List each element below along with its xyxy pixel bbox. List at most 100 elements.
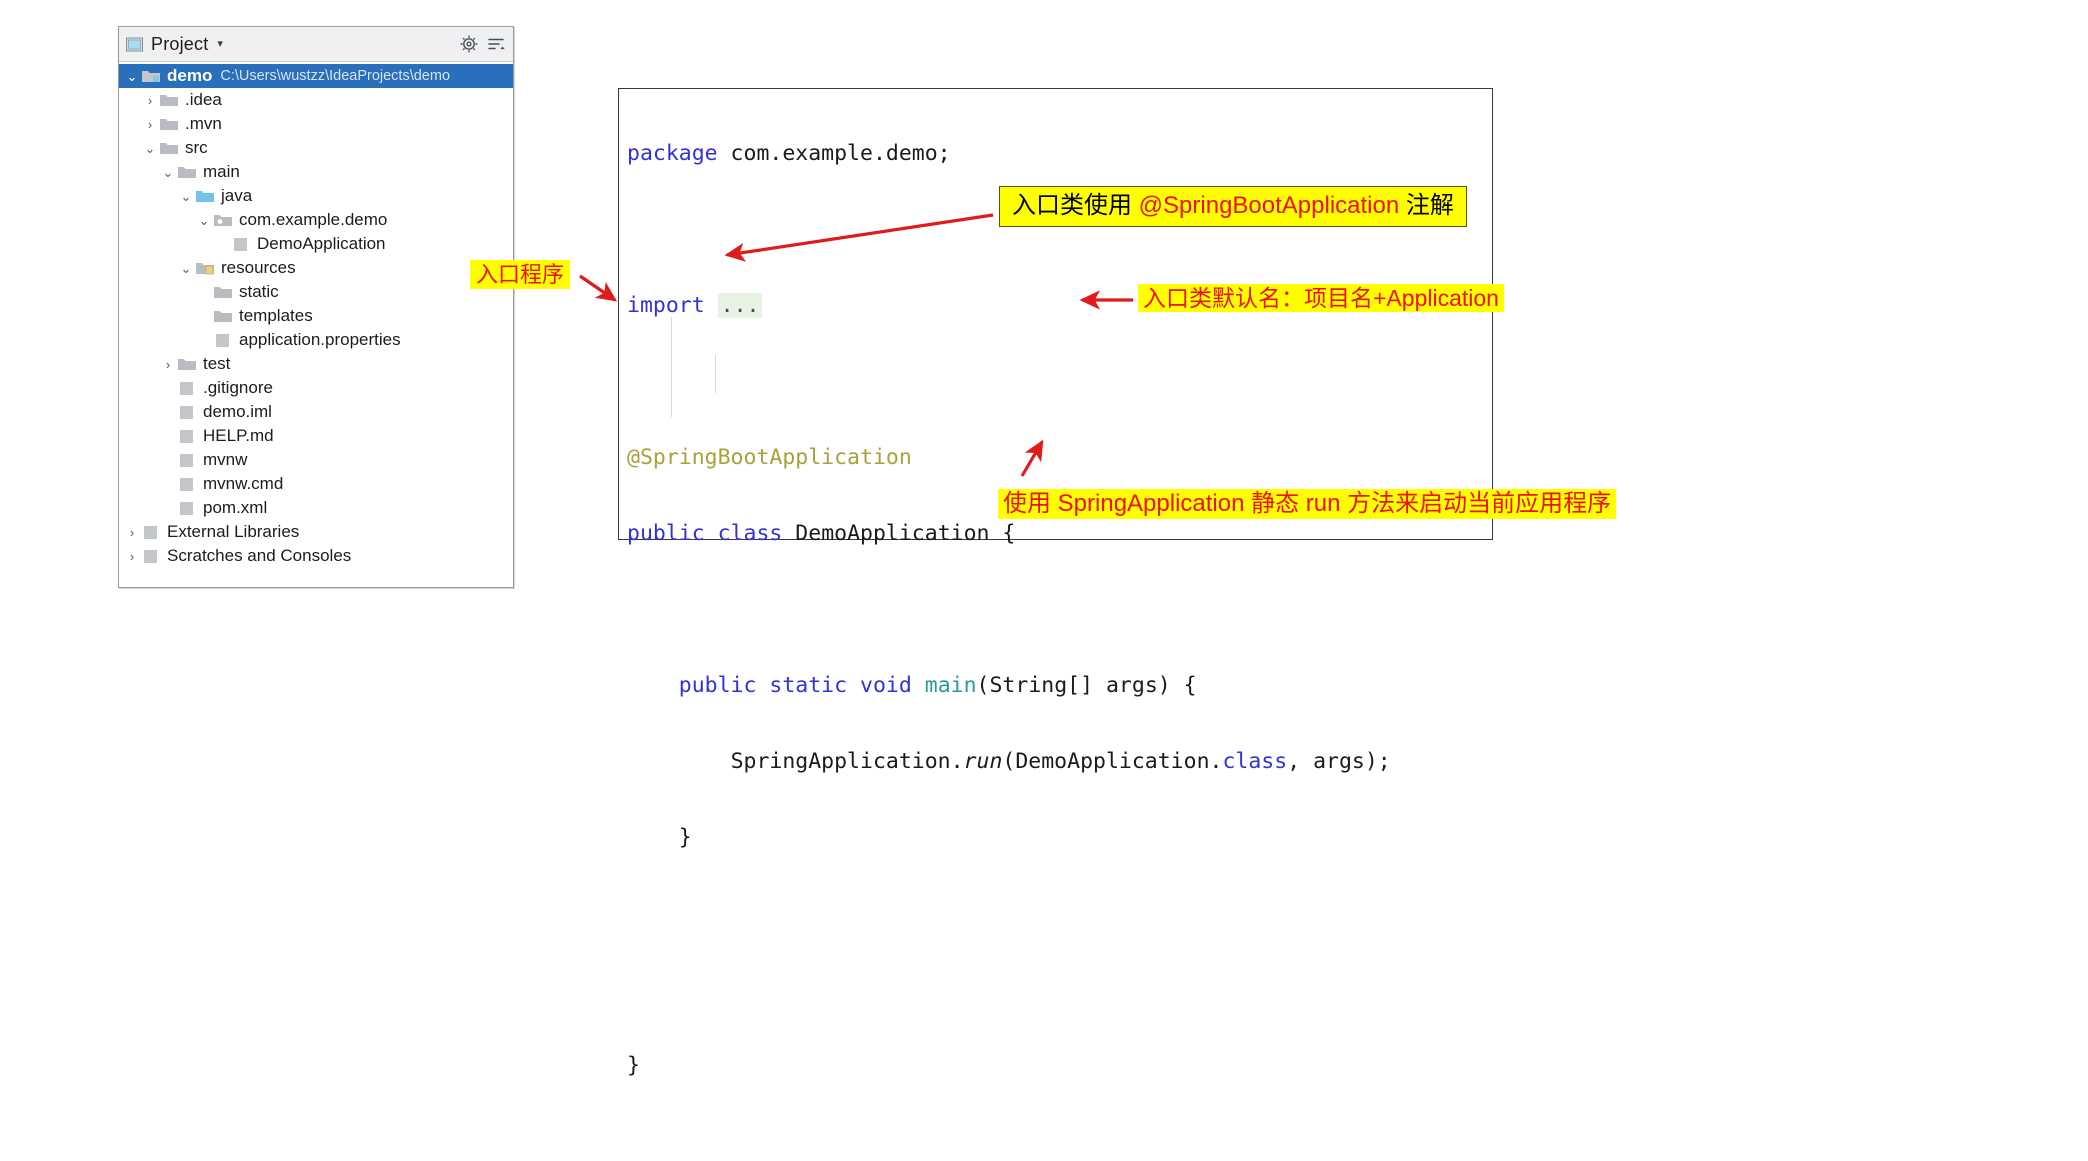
tree-item-label: demo [167,66,213,85]
chevron-right-icon[interactable]: › [141,94,159,107]
code-line-main-decl: public static void main(String[] args) { [627,667,1492,705]
folder-gray-icon [177,163,197,181]
tree-row-main[interactable]: ⌄ main [119,160,513,184]
code-line-class-decl: public class DemoApplication { [627,515,1492,553]
code-line-blank-2 [627,363,1492,401]
chevron-down-icon[interactable]: ⌄ [141,142,159,155]
folder-gray-icon [159,139,179,157]
code-line-run-call: SpringApplication.run(DemoApplication.cl… [627,743,1492,781]
tree-item-label: mvnw [203,450,248,469]
chevron-right-icon[interactable]: › [159,358,177,371]
tree-item-label: DemoApplication [257,234,386,253]
tree-row-static[interactable]: ›static [119,280,513,304]
chevron-down-icon[interactable]: ⌄ [159,166,177,179]
tree-row-help-md[interactable]: ›HELP.md [119,424,513,448]
chevron-down-icon[interactable]: ⌄ [123,70,141,83]
springboot-annotation: @SpringBootApplication [627,445,912,470]
tree-row--gitignore[interactable]: ›.gitignore [119,376,513,400]
tree-row-com-example-demo[interactable]: ⌄ com.example.demo [119,208,513,232]
class-name: DemoApplication { [782,521,1016,546]
chevron-down-icon[interactable]: ⌄ [195,214,213,227]
code-line-annotation: @SpringBootApplication [627,439,1492,477]
chevron-down-icon[interactable]: ⌄ [177,190,195,203]
scratches-icon-icon [141,547,161,565]
project-panel-title: Project [151,33,209,54]
tree-item-label: java [221,186,253,205]
project-file-tree[interactable]: ⌄ demo C:\Users\wustzz\IdeaProjects\demo ›.… [119,62,513,568]
chevron-right-icon[interactable]: › [141,118,159,131]
tree-row-java[interactable]: ⌄ java [119,184,513,208]
settings-gear-icon[interactable] [458,33,480,55]
tree-row-mvnw[interactable]: ›mvnw [119,448,513,472]
code-editor-panel: package com.example.demo; import ... @Sp… [618,88,1493,1078]
code-line-blank-3 [627,591,1492,629]
tree-row-demo-iml[interactable]: ›demo.iml [119,400,513,424]
gitignore-file-icon-icon [177,379,197,397]
code-line-close-class: } [627,1047,1492,1085]
code-line-package: package com.example.demo; [627,135,1492,173]
tree-item-label: templates [239,306,313,325]
package-name: com.example.demo; [717,141,951,166]
tree-item-label: External Libraries [167,522,300,541]
keyword-public: public [627,521,705,546]
folder-source-blue-icon [195,187,215,205]
tree-row-external-libraries[interactable]: › External Libraries [119,520,513,544]
tree-item-path: C:\Users\wustzz\IdeaProjects\demo [220,68,451,84]
tree-row-pom-xml[interactable]: ›pom.xml [119,496,513,520]
properties-file-icon-icon [213,331,233,349]
tree-row-application-properties[interactable]: ›application.properties [119,328,513,352]
folded-imports-region[interactable]: ... [717,293,763,318]
chevron-down-icon[interactable]: ▾ [217,38,223,50]
chevron-right-icon[interactable]: › [123,550,141,563]
tree-row-demo[interactable]: ⌄ demo C:\Users\wustzz\IdeaProjects\demo [119,64,513,88]
run-arg-2: , args); [1287,749,1391,774]
keyword-class: class [717,521,783,546]
chevron-down-icon[interactable]: ⌄ [177,262,195,275]
folder-gray-icon [213,307,233,325]
run-arg-1: (DemoApplication. [1002,749,1223,774]
callout-default-class-name: 入口类默认名：项目名+Application [1138,284,1504,313]
keyword-package: package [627,141,718,166]
tree-row--mvn[interactable]: › .mvn [119,112,513,136]
tree-item-label: main [203,162,240,181]
brace-close-class: } [627,1053,640,1078]
tree-item-label: .gitignore [203,378,273,397]
tree-row-src[interactable]: ⌄ src [119,136,513,160]
folder-gray-icon [177,355,197,373]
chevron-right-icon[interactable]: › [123,526,141,539]
project-tool-window: Project ▾ ⌄ demo C:\Users\wustzz\IdeaProje [118,26,514,588]
method-run: run [963,749,1003,774]
tree-row-mvnw-cmd[interactable]: ›mvnw.cmd [119,472,513,496]
collapse-all-icon[interactable] [485,33,507,55]
source-code[interactable]: package com.example.demo; import ... @Sp… [627,97,1492,1078]
folder-gray-icon [159,115,179,133]
keyword-import: import [627,293,705,318]
folder-gray-icon [159,91,179,109]
java-class-run-icon-icon [231,235,251,253]
keyword-class-literal: class [1222,749,1288,774]
shell-file-icon-icon [177,451,197,469]
tree-row-demoapplication[interactable]: ›DemoApplication [119,232,513,256]
tree-item-label: .idea [185,90,222,109]
tree-row-scratches-and-consoles[interactable]: › Scratches and Consoles [119,544,513,568]
brace-close-method: } [678,825,692,850]
tree-item-label: HELP.md [203,426,274,445]
tree-item-label: Scratches and Consoles [167,546,352,565]
tree-row-templates[interactable]: ›templates [119,304,513,328]
tree-row--idea[interactable]: › .idea [119,88,513,112]
tree-row-resources[interactable]: ⌄ resources [119,256,513,280]
tree-item-label: demo.iml [203,402,272,421]
code-line-blank-5 [627,971,1492,1009]
maven-file-icon-icon [177,499,197,517]
tree-item-label: test [203,354,231,373]
cmd-file-icon-icon [177,475,197,493]
callout-text-cn2: 注解 [1399,192,1454,219]
markdown-file-icon-icon [177,427,197,445]
project-panel-header: Project ▾ [119,27,513,62]
arrow-entry-program [579,274,618,302]
main-signature: (String[] args) { [976,673,1197,698]
iml-file-icon-icon [177,403,197,421]
callout-entry-program: 入口程序 [470,260,571,290]
tree-row-test[interactable]: › test [119,352,513,376]
springapplication-ref: SpringApplication. [730,749,964,774]
